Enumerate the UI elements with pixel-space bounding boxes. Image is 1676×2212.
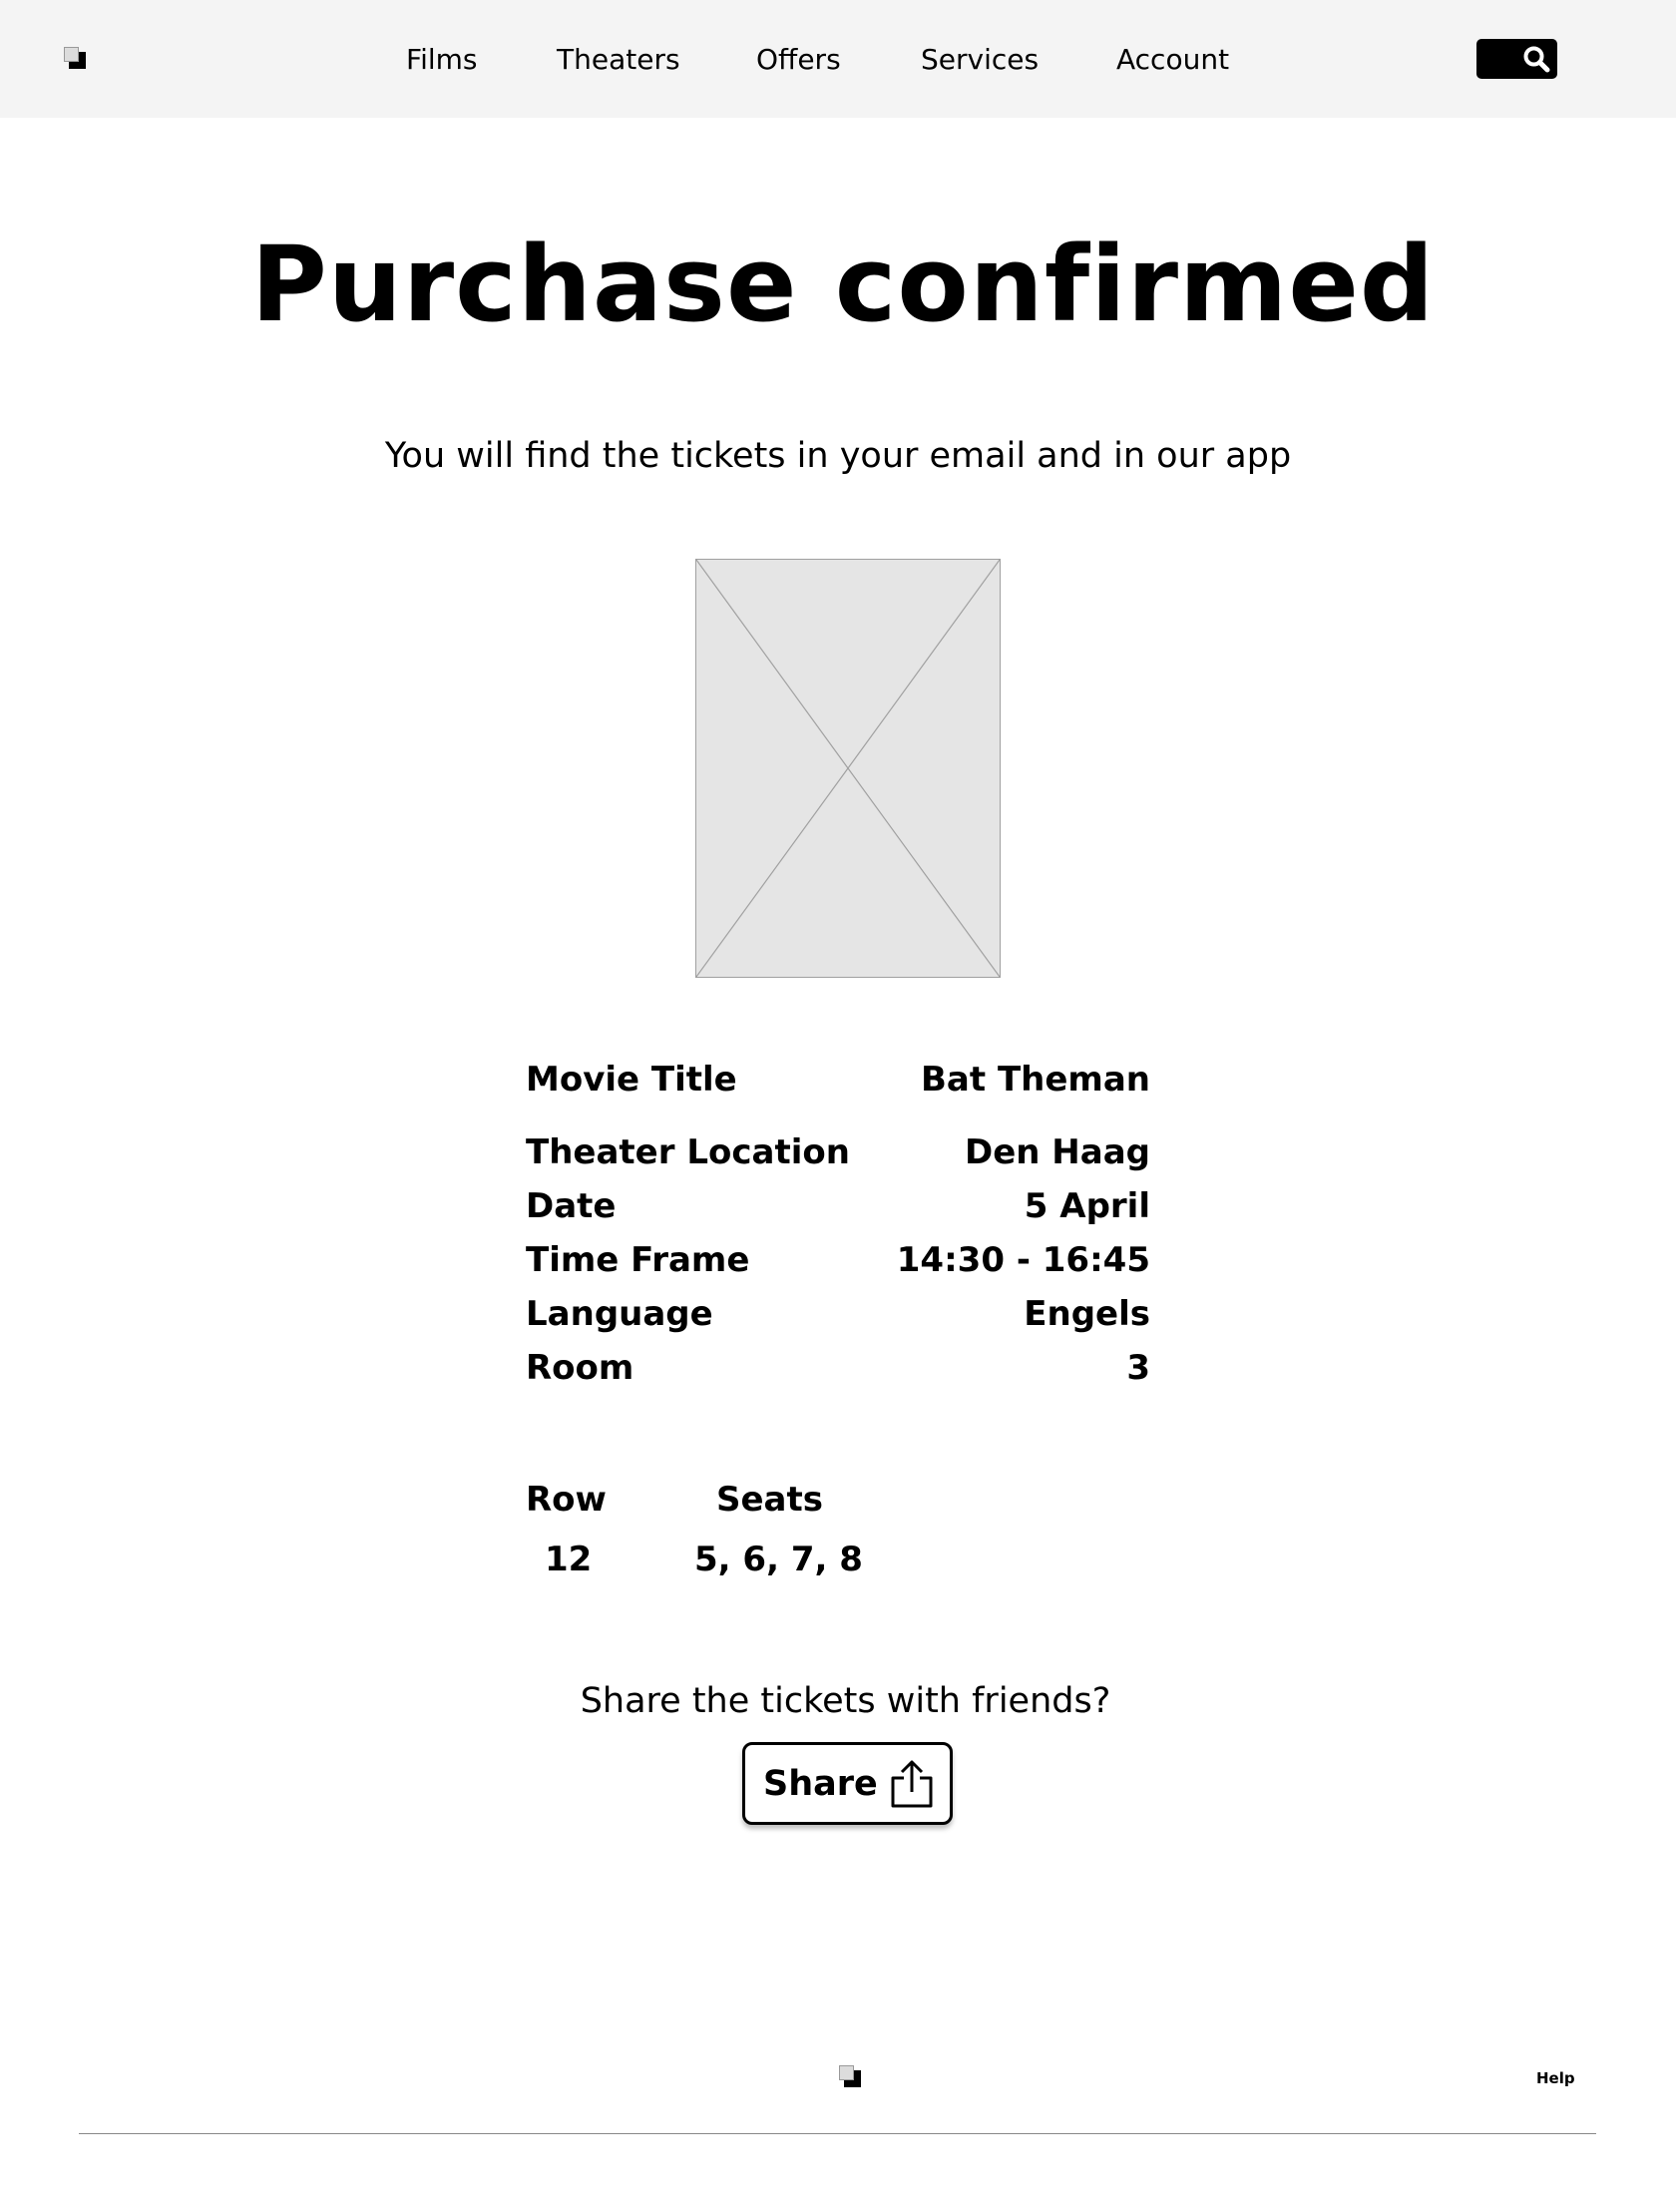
detail-value: Engels: [1024, 1294, 1150, 1334]
seats-value: 5, 6, 7, 8: [694, 1540, 863, 1579]
movie-poster: [695, 559, 1001, 978]
share-button[interactable]: Share: [742, 1742, 953, 1825]
search-icon: [1523, 46, 1550, 73]
detail-value: 5 April: [1024, 1186, 1150, 1226]
detail-label: Movie Title: [526, 1060, 737, 1100]
nav-films[interactable]: Films: [406, 40, 478, 80]
nav-offers[interactable]: Offers: [756, 40, 841, 80]
detail-label: Theater Location: [526, 1132, 850, 1172]
detail-room: Room 3: [526, 1346, 1150, 1390]
detail-theater-location: Theater Location Den Haag: [526, 1130, 1150, 1174]
detail-value: Den Haag: [964, 1132, 1150, 1172]
nav-theaters[interactable]: Theaters: [557, 40, 680, 80]
detail-value: 3: [1126, 1348, 1150, 1388]
detail-date: Date 5 April: [526, 1184, 1150, 1228]
app-logo-icon[interactable]: [64, 47, 86, 69]
detail-time-frame: Time Frame 14:30 - 16:45: [526, 1238, 1150, 1282]
detail-label: Date: [526, 1186, 617, 1226]
detail-value: Bat Theman: [921, 1060, 1150, 1100]
detail-label: Room: [526, 1348, 634, 1388]
search-button[interactable]: [1476, 39, 1557, 79]
detail-label: Time Frame: [526, 1240, 750, 1280]
detail-movie-title: Movie Title Bat Theman: [526, 1058, 1150, 1102]
row-label: Row: [526, 1480, 607, 1520]
detail-language: Language Engels: [526, 1292, 1150, 1336]
row-value: 12: [545, 1540, 593, 1579]
image-placeholder-icon: [696, 560, 1000, 977]
detail-value: 14:30 - 16:45: [896, 1240, 1150, 1280]
nav-account[interactable]: Account: [1116, 40, 1229, 80]
help-link[interactable]: Help: [1536, 2068, 1575, 2088]
page-title: Purchase confirmed: [250, 223, 1436, 345]
share-button-label: Share: [763, 1764, 878, 1804]
app-logo-icon[interactable]: [839, 2065, 861, 2087]
nav-services[interactable]: Services: [921, 40, 1039, 80]
footer-divider: [79, 2133, 1596, 2134]
page-subtitle: You will find the tickets in your email …: [384, 436, 1292, 476]
share-icon: [891, 1760, 933, 1808]
share-prompt: Share the tickets with friends?: [580, 1681, 1111, 1721]
seats-label: Seats: [716, 1480, 823, 1520]
detail-label: Language: [526, 1294, 713, 1334]
top-header: Films Theaters Offers Services Account: [0, 0, 1676, 118]
